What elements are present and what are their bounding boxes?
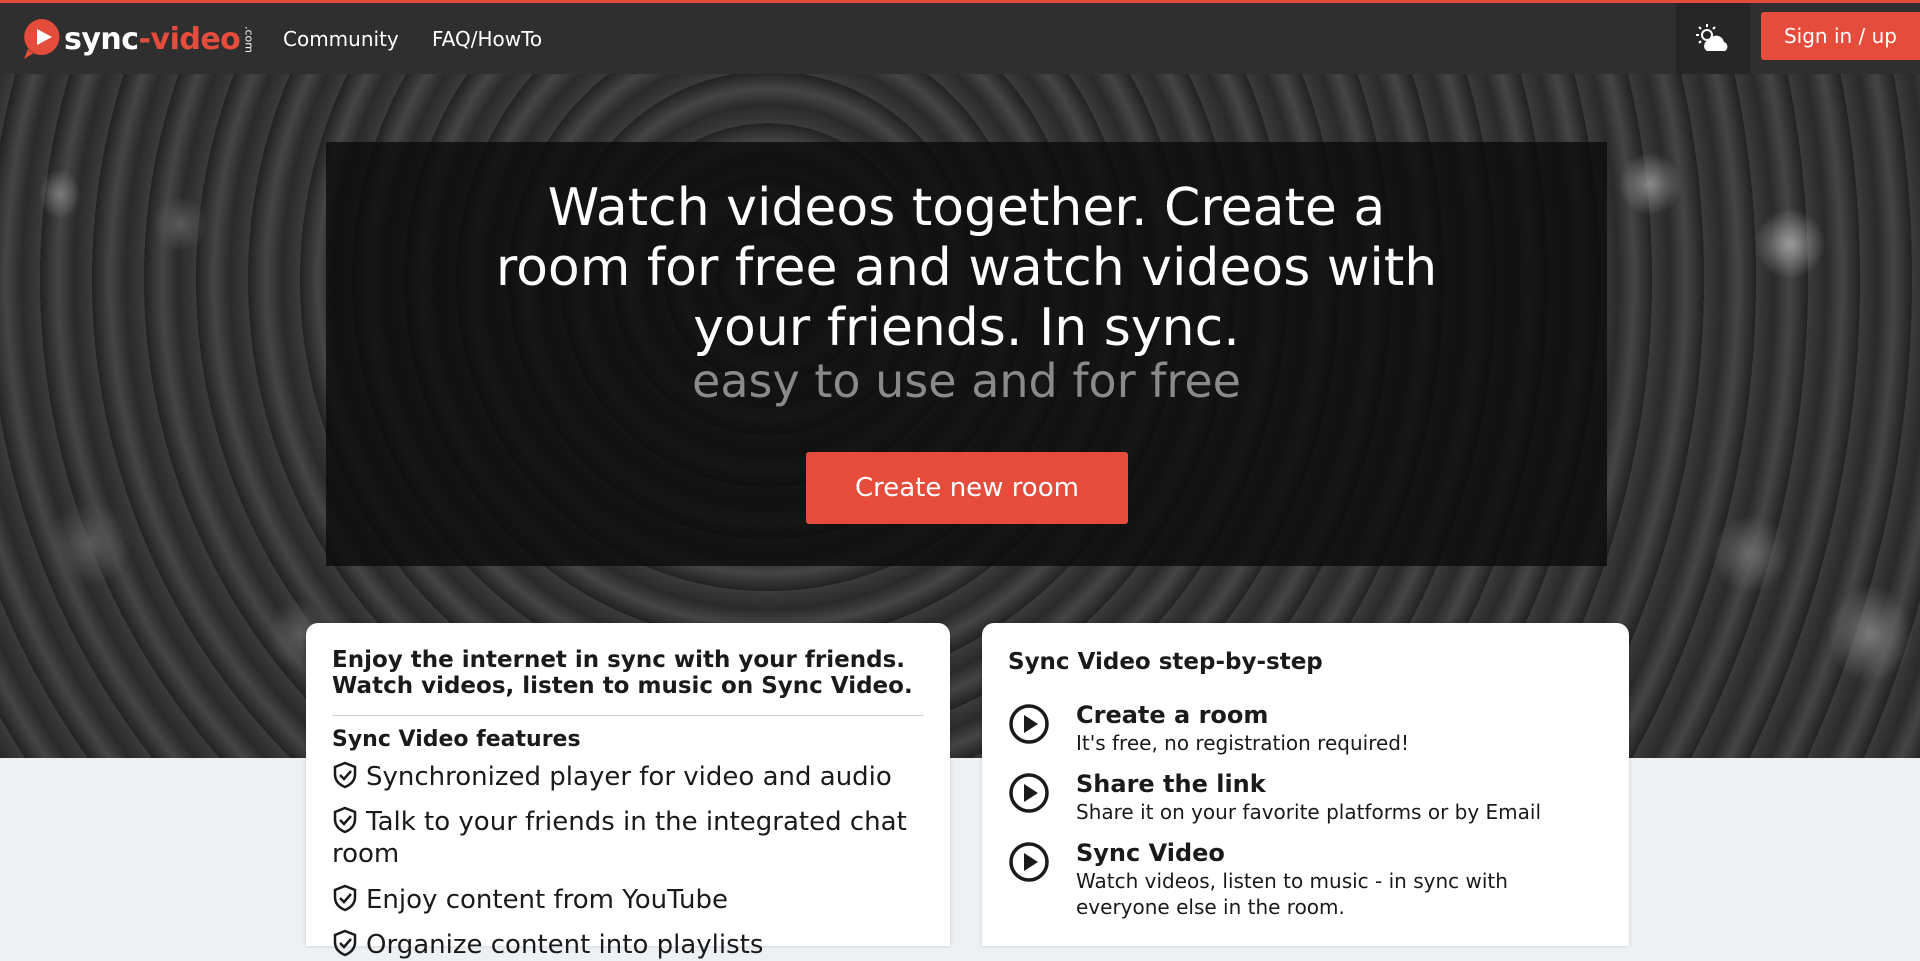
hero-title-line-1: Watch videos together. Create a <box>547 178 1386 238</box>
steps-card-heading: Sync Video step-by-step <box>1008 649 1323 675</box>
features-heading-line-2: Watch videos, listen to music on Sync Vi… <box>332 673 913 699</box>
create-room-button[interactable]: Create new room <box>806 452 1128 524</box>
play-circle-icon <box>1009 773 1049 813</box>
nav-link-community[interactable]: Community <box>283 27 399 51</box>
hero-title: Watch videos together. Create a room for… <box>326 178 1607 358</box>
features-title: Sync Video features <box>332 727 581 752</box>
feature-text: Synchronized player for video and audio <box>366 762 892 792</box>
logo-play-icon <box>24 19 60 59</box>
card-divider <box>332 715 924 716</box>
features-card: Enjoy the internet in sync with your fri… <box>306 623 950 960</box>
feature-item: Organize content into playlists <box>332 929 932 961</box>
shield-check-icon <box>333 806 357 834</box>
logo-com: .com <box>242 25 256 53</box>
shield-check-icon <box>333 929 357 957</box>
feature-item: Enjoy content from YouTube <box>332 884 932 916</box>
features-heading-line-1: Enjoy the internet in sync with your fri… <box>332 647 906 673</box>
logo-word-video: -video <box>138 21 241 57</box>
step-title: Create a room <box>1076 701 1269 729</box>
shield-check-icon <box>333 761 357 789</box>
feature-text: Enjoy content from YouTube <box>366 885 728 915</box>
hero-subtitle: easy to use and for free <box>692 354 1241 408</box>
step-desc: It's free, no registration required! <box>1076 731 1409 755</box>
shield-check-icon <box>333 884 357 912</box>
logo-text: sync-video <box>64 21 241 57</box>
steps-card: Sync Video step-by-step Create a room It… <box>982 623 1629 946</box>
signin-button[interactable]: Sign in / up <box>1761 12 1920 60</box>
feature-item: Synchronized player for video and audio <box>332 761 932 793</box>
play-circle-icon <box>1009 842 1049 882</box>
logo-word-sync: sync <box>64 21 139 57</box>
step-desc: Watch videos, listen to music - in sync … <box>1076 869 1508 919</box>
hero-title-line-2: room for free and watch videos with <box>495 238 1438 298</box>
feature-text: Talk to your friends in the integrated c… <box>332 807 907 869</box>
nav-link-faq[interactable]: FAQ/HowTo <box>432 27 542 51</box>
feature-item: Talk to your friends in the integrated c… <box>332 806 932 870</box>
step-desc: Share it on your favorite platforms or b… <box>1076 800 1542 824</box>
feature-text: Organize content into playlists <box>366 930 764 960</box>
play-circle-icon <box>1009 704 1049 744</box>
features-card-heading: Enjoy the internet in sync with your fri… <box>332 647 913 699</box>
theme-toggle-button[interactable] <box>1676 3 1750 74</box>
site-logo[interactable]: sync-video .com <box>22 15 256 63</box>
step-title: Share the link <box>1076 770 1266 798</box>
hero-title-line-3: your friends. In sync. <box>693 298 1240 358</box>
step-title: Sync Video <box>1076 839 1225 867</box>
sun-cloud-icon <box>1696 23 1728 51</box>
navbar: sync-video .com Community FAQ/HowTo <box>0 3 1920 74</box>
